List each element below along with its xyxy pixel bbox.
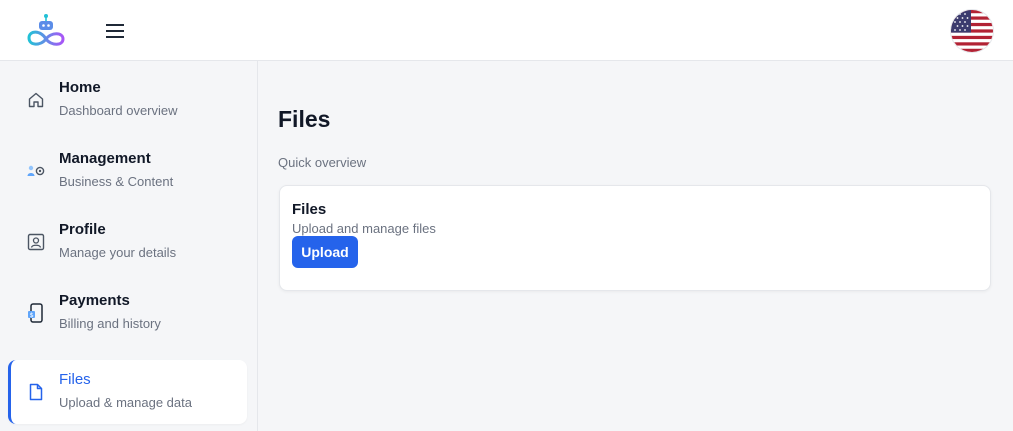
file-icon (26, 382, 46, 402)
sidebar-item-profile[interactable]: Profile Manage your details (8, 210, 247, 274)
sidebar-item-title: Home (59, 79, 101, 96)
profile-card-icon (26, 232, 46, 252)
sidebar-item-subtitle: Business & Content (59, 174, 174, 189)
files-card: Files Upload and manage files Upload (279, 185, 991, 291)
hamburger-menu-icon[interactable] (102, 18, 128, 44)
svg-text:$: $ (30, 311, 34, 319)
home-icon (26, 90, 46, 110)
sidebar-item-title: Payments (59, 292, 130, 309)
section-label: Quick overview (278, 155, 367, 170)
card-description: Upload and manage files (292, 221, 436, 236)
sidebar-item-title: Files (59, 371, 91, 388)
sidebar-item-files[interactable]: Files Upload & manage data (8, 360, 247, 424)
us-flag-icon[interactable] (951, 10, 993, 52)
upload-button[interactable]: Upload (292, 236, 358, 268)
sidebar-item-payments[interactable]: $ Payments Billing and history (8, 281, 247, 345)
sidebar-item-subtitle: Upload & manage data (59, 395, 192, 410)
sidebar-item-management[interactable]: Management Business & Content (8, 139, 247, 203)
sidebar-item-subtitle: Dashboard overview (59, 103, 178, 118)
sidebar-item-subtitle: Manage your details (59, 245, 177, 260)
sidebar-item-title: Profile (59, 221, 106, 238)
robot-infinity-logo[interactable] (25, 13, 69, 49)
payment-phone-icon: $ (26, 303, 46, 323)
sidebar-item-home[interactable]: Home Dashboard overview (8, 68, 247, 132)
sidebar-item-subtitle: Billing and history (59, 316, 161, 331)
sidebar: Home Dashboard overview Management Busin… (0, 61, 258, 431)
top-bar (0, 0, 1013, 61)
sidebar-item-title: Management (59, 150, 151, 167)
page-title: Files (278, 106, 331, 132)
management-icon (26, 161, 46, 181)
main-content: Files Quick overview Files Upload and ma… (258, 61, 1013, 431)
card-title: Files (292, 201, 327, 218)
